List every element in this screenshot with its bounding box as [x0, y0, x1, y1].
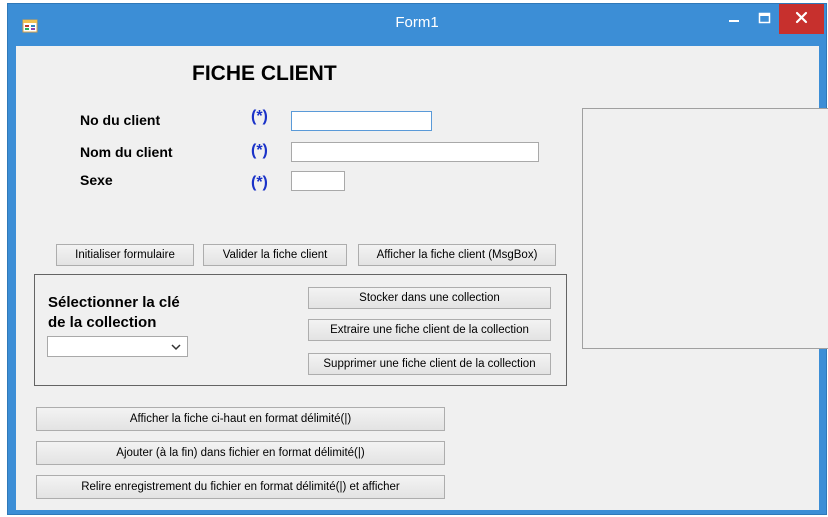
form-window: Form1 FICHE CLIENT No du client (*) Nom … — [8, 4, 828, 514]
required-marker-no-client: (*) — [251, 108, 268, 125]
ajouter-fichier-format-delimite-button[interactable]: Ajouter (à la fin) dans fichier en forma… — [36, 441, 445, 465]
collection-key-label-line2: de la collection — [48, 314, 157, 331]
close-icon — [795, 11, 808, 24]
collection-group: Sélectionner la clé de la collection Sto… — [34, 274, 567, 386]
maximize-button[interactable] — [750, 4, 778, 34]
title-bar[interactable]: Form1 — [8, 4, 826, 46]
valider-fiche-client-button[interactable]: Valider la fiche client — [203, 244, 347, 266]
label-sexe: Sexe — [80, 172, 113, 188]
supprimer-fiche-collection-button[interactable]: Supprimer une fiche client de la collect… — [308, 353, 551, 375]
label-nom-client: Nom du client — [80, 144, 173, 160]
display-panel — [582, 108, 828, 349]
extraire-fiche-collection-button[interactable]: Extraire une fiche client de la collecti… — [308, 319, 551, 341]
required-marker-sexe: (*) — [251, 174, 268, 191]
sexe-input[interactable] — [291, 171, 345, 191]
nom-client-input[interactable] — [291, 142, 539, 162]
afficher-fiche-client-msgbox-button[interactable]: Afficher la fiche client (MsgBox) — [358, 244, 556, 266]
no-client-input[interactable] — [291, 111, 432, 131]
minimize-icon — [729, 20, 739, 22]
form-client-area: FICHE CLIENT No du client (*) Nom du cli… — [16, 46, 828, 510]
afficher-format-delimite-button[interactable]: Afficher la fiche ci-haut en format déli… — [36, 407, 445, 431]
label-no-client: No du client — [80, 112, 161, 128]
initialiser-formulaire-button[interactable]: Initialiser formulaire — [56, 244, 194, 266]
collection-key-label-line1: Sélectionner la clé — [48, 294, 180, 311]
relire-enregistrement-button[interactable]: Relire enregistrement du fichier en form… — [36, 475, 445, 499]
window-title: Form1 — [395, 14, 439, 31]
maximize-icon — [758, 12, 771, 24]
chevron-down-icon — [171, 344, 181, 351]
minimize-button[interactable] — [720, 4, 748, 34]
required-marker-nom-client: (*) — [251, 142, 268, 159]
collection-key-select[interactable] — [47, 336, 188, 357]
form-heading: FICHE CLIENT — [192, 62, 337, 85]
stocker-collection-button[interactable]: Stocker dans une collection — [308, 287, 551, 309]
close-button[interactable] — [779, 4, 824, 34]
